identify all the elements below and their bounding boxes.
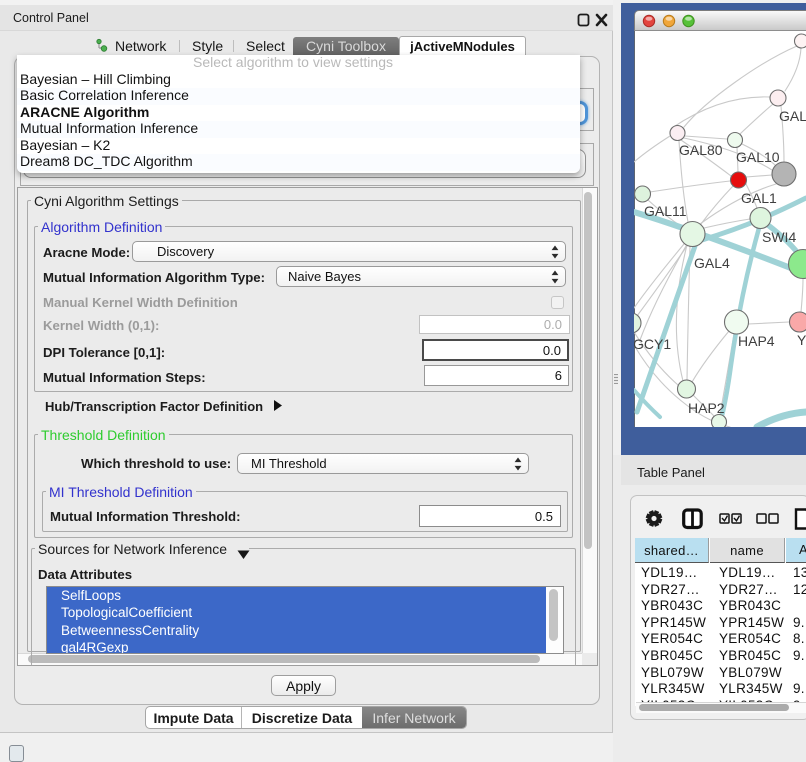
svg-text:HAP2: HAP2 xyxy=(688,400,725,416)
svg-text:GAL1: GAL1 xyxy=(741,190,777,206)
svg-text:HAP4: HAP4 xyxy=(738,333,775,349)
svg-text:GAL11: GAL11 xyxy=(644,203,687,219)
svg-text:GCY1: GCY1 xyxy=(634,336,671,352)
svg-text:GAL80: GAL80 xyxy=(679,142,723,158)
svg-text:SWI4: SWI4 xyxy=(762,229,796,245)
svg-text:GAL10: GAL10 xyxy=(736,149,780,165)
svg-text:GAL4: GAL4 xyxy=(694,255,730,271)
svg-text:YM: YM xyxy=(797,332,806,348)
svg-text:GAL7: GAL7 xyxy=(779,108,806,124)
